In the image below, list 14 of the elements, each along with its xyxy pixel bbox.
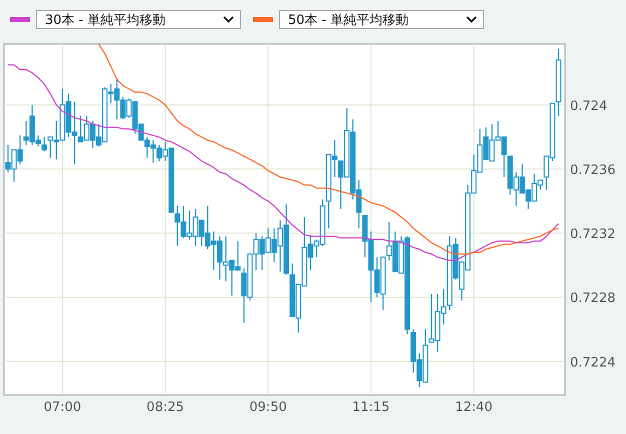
indicator-dropdown[interactable]: 50本 - 単純平均移動 bbox=[279, 10, 484, 29]
axis-tick-label: 0.7232 bbox=[570, 227, 616, 242]
axis-tick-label: 07:00 bbox=[44, 400, 82, 415]
axis-tick-label: 11:15 bbox=[352, 400, 390, 415]
indicator-dropdown[interactable]: 30本 - 単純平均移動 bbox=[36, 10, 241, 29]
axis-tick-label: 09:50 bbox=[249, 400, 287, 415]
axis-tick-label: 0.7224 bbox=[570, 355, 616, 370]
axis-tick-label: 0.7228 bbox=[570, 291, 616, 306]
axis-tick-label: 08:25 bbox=[146, 400, 184, 415]
axis-tick-label: 12:40 bbox=[455, 400, 493, 415]
axis-tick-label: 0.724 bbox=[570, 98, 608, 114]
chevron-icon bbox=[466, 16, 477, 23]
chevron-icon bbox=[223, 16, 234, 23]
axis-tick-label: 0.7236 bbox=[570, 163, 616, 178]
